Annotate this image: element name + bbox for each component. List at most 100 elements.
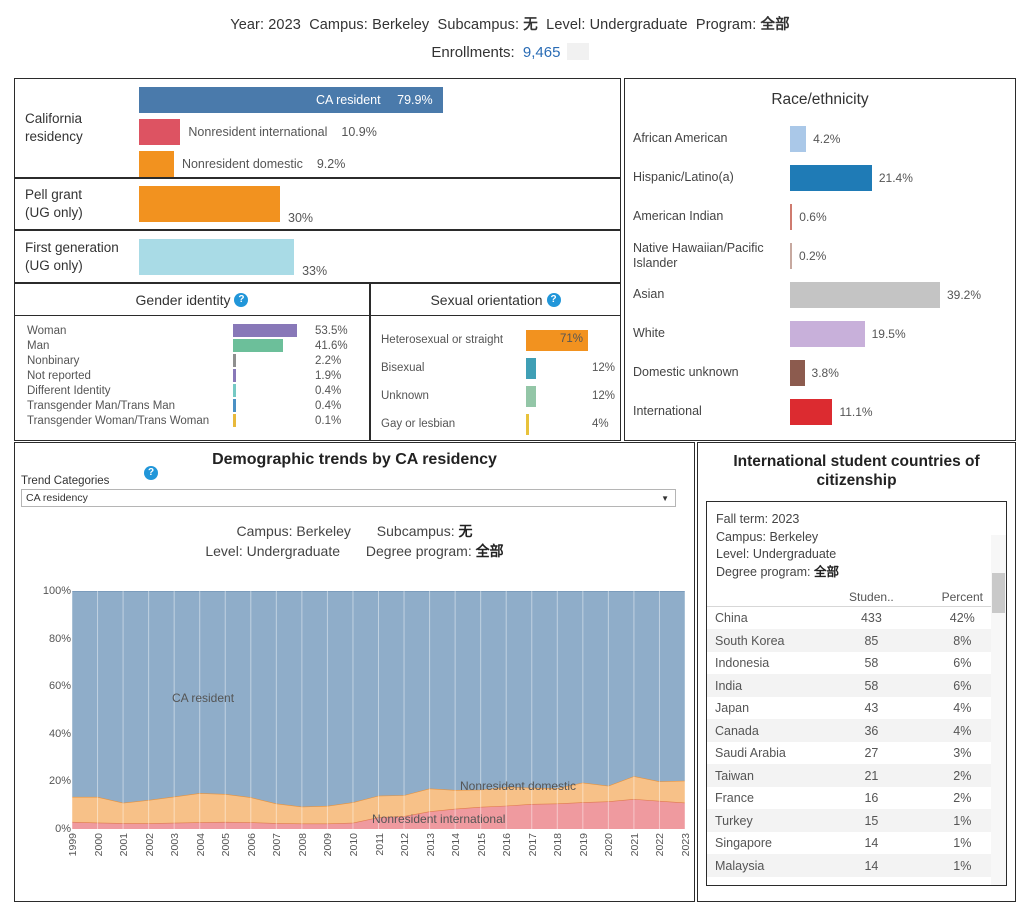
demographic-trends-panel: Demographic trends by CA residency ? Tre… [14,442,695,902]
gender-identity-row[interactable]: Nonbinary 2.2% [15,353,369,368]
table-scrollbar[interactable] [991,534,1006,885]
sexual-orientation-title-text: Sexual orientation [430,292,543,308]
enrollments-line: Enrollments: 9,465 [0,43,1020,61]
x-axis-tick: 2013 [424,833,437,857]
race-ethnicity-label: White [633,326,665,340]
international-students-panel: International student countries of citiz… [697,442,1016,902]
race-ethnicity-row[interactable]: American Indian 0.6% [625,197,1015,236]
cell-students: 58 [864,678,879,693]
ca-residency-row[interactable]: Nonresident international 10.9% [139,117,620,147]
sexual-orientation-row[interactable]: Heterosexual or straight 71% [371,326,620,354]
sexual-orientation-bar-wrap: 71% [526,329,588,351]
cell-country: China [715,611,748,625]
race-ethnicity-bar-wrap: 21.4% [790,164,1015,191]
stacked-area-plot[interactable]: CA resident Nonresident domestic Nonreside… [72,591,685,829]
table-row[interactable]: Taiwan 21 2% [707,764,1006,787]
trend-subcampus: Subcampus: 无 [377,521,473,541]
x-axis-tick: 2002 [143,833,156,857]
gender-identity-title-text: Gender identity [135,292,231,308]
first-generation-panel: First generation (UG only) 33% [14,230,621,283]
race-ethnicity-percent: 0.2% [799,248,827,263]
table-row[interactable]: Singapore 14 1% [707,832,1006,855]
firstgen-label-line2: (UG only) [25,257,83,273]
x-axis-tick: 2023 [680,833,692,857]
table-row[interactable]: India 58 6% [707,674,1006,697]
gender-identity-label: Different Identity [27,384,111,397]
question-icon[interactable]: ? [546,293,561,307]
pell-grant-panel: Pell grant (UG only) 30% [14,178,621,230]
ca-residency-bar-label: Nonresident international [188,125,328,139]
col-country-header [707,590,824,604]
question-icon[interactable]: ? [234,293,249,307]
intl-level-value: Undergraduate [752,547,837,562]
trend-campus-value: Berkeley [296,523,351,539]
cell-students: 21 [864,768,879,783]
x-axis-tick: 2020 [603,833,616,857]
x-axis-tick: 2010 [347,833,360,857]
gender-identity-row[interactable]: Transgender Man/Trans Man 0.4% [15,398,369,413]
sexual-orientation-bar [526,357,537,379]
ca-residency-bar: CA resident 79.9% [139,87,443,113]
gender-identity-bar-wrap [233,369,313,382]
sexual-orientation-row[interactable]: Gay or lesbian 4% [371,410,620,438]
y-axis-tick: 40% [48,727,71,740]
california-residency-title: California residency [15,79,139,177]
table-row[interactable]: Indonesia 58 6% [707,652,1006,675]
table-row[interactable]: China 433 42% [707,607,1006,630]
table-row[interactable]: Japan 43 4% [707,697,1006,720]
race-ethnicity-row[interactable]: White 19.5% [625,314,1015,353]
ca-residency-row[interactable]: CA resident 79.9% [139,85,620,115]
x-axis-tick: 2018 [552,833,565,857]
gender-identity-label: Man [27,339,50,352]
gender-identity-row[interactable]: Different Identity 0.4% [15,383,369,398]
gender-identity-row[interactable]: Transgender Woman/Trans Woman 0.1% [15,413,369,428]
trend-categories-select[interactable]: CA residency ▼ [21,489,676,507]
cell-students: 14 [864,858,879,873]
sexual-orientation-bar [526,385,537,407]
gender-identity-label: Nonbinary [27,354,80,367]
gender-identity-row[interactable]: Woman 53.5% [15,323,369,338]
question-icon[interactable]: ? [144,466,158,480]
gender-identity-row[interactable]: Man 41.6% [15,338,369,353]
ca-title-line2: residency [25,129,83,144]
gender-identity-bar [233,339,283,352]
program-value: 全部 [760,17,790,33]
gender-identity-percent: 2.2% [315,354,342,367]
race-ethnicity-row[interactable]: Domestic unknown 3.8% [625,353,1015,392]
race-ethnicity-row[interactable]: Native Hawaiian/Pacific Islander 0.2% [625,236,1015,275]
race-ethnicity-row[interactable]: African American 4.2% [625,119,1015,158]
x-axis-tick: 2003 [169,833,182,857]
california-residency-panel: California residency CA resident 79.9% Non… [14,78,621,178]
table-scrollbar-thumb[interactable] [992,572,1005,613]
sexual-orientation-row[interactable]: Unknown 12% [371,382,620,410]
area-label-ca-resident: CA resident [172,691,235,705]
sexual-orientation-row[interactable]: Bisexual 12% [371,354,620,382]
table-row[interactable]: Saudi Arabia 27 3% [707,742,1006,765]
sexual-orientation-label: Heterosexual or straight [381,334,504,346]
race-ethnicity-bar [790,359,805,386]
intl-term-value: 2023 [771,511,800,526]
gender-identity-row[interactable]: Not reported 1.9% [15,368,369,383]
race-ethnicity-row[interactable]: Asian 39.2% [625,275,1015,314]
race-ethnicity-percent: 0.6% [799,209,827,224]
trend-campus: Campus: Berkeley [237,521,351,541]
table-row[interactable]: France 16 2% [707,787,1006,810]
race-ethnicity-row[interactable]: International 11.1% [625,392,1015,431]
race-ethnicity-label: African American [633,131,728,145]
table-row[interactable]: South Korea 85 8% [707,629,1006,652]
trend-categories-selected-value: CA residency [26,492,88,504]
international-meta: Fall term: 2023 Campus: Berkeley Level: … [707,502,1006,582]
table-row[interactable]: Canada 36 4% [707,719,1006,742]
race-ethnicity-row[interactable]: Hispanic/Latino(a) 21.4% [625,158,1015,197]
ca-residency-row[interactable]: Nonresident domestic 9.2% [139,149,620,179]
enrollments-label: Enrollments: [431,44,515,61]
table-row[interactable]: Malaysia 14 1% [707,854,1006,877]
ca-residency-bar [139,151,174,177]
cell-students: 43 [864,701,879,715]
campus-value: Berkeley [372,17,430,33]
gender-identity-bar-wrap [233,339,313,352]
intl-campus-value: Berkeley [769,529,819,544]
trend-categories-control: ? Trend Categories CA residency ▼ [15,466,694,507]
cell-students: 27 [864,746,879,760]
table-row[interactable]: Turkey 15 1% [707,809,1006,832]
